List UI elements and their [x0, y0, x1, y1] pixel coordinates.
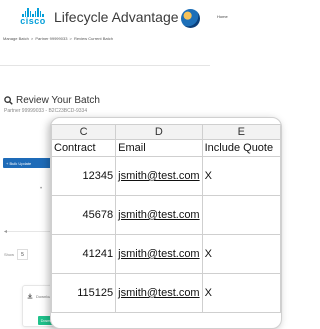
- app-title: Lifecycle Advantage: [54, 9, 179, 25]
- contract-cell[interactable]: 12345: [51, 156, 117, 196]
- cisco-logo[interactable]: cisco: [18, 6, 48, 28]
- column-letter-e[interactable]: E: [201, 124, 281, 140]
- spreadsheet-table: C D E Contract Email Include Quote 12345…: [51, 124, 281, 313]
- email-cell[interactable]: jsmith@test.com: [115, 234, 203, 274]
- email-cell[interactable]: jsmith@test.com: [115, 156, 203, 196]
- breadcrumb-item-manage-batch[interactable]: Manage Batch: [3, 36, 29, 41]
- breadcrumb: Manage Batch > Partner 99999033 > Review…: [3, 36, 113, 41]
- column-letter-c[interactable]: C: [51, 124, 117, 140]
- cisco-logo-mark: cisco: [18, 8, 48, 26]
- breadcrumb-separator: >: [69, 36, 72, 41]
- contract-cell[interactable]: 41241: [51, 234, 117, 274]
- include-quote-cell[interactable]: X: [201, 156, 281, 196]
- home-link[interactable]: Home: [217, 14, 228, 19]
- email-cell[interactable]: jsmith@test.com: [115, 273, 203, 313]
- page-title: Review Your Batch: [4, 95, 100, 106]
- lifecycle-globe-icon: [181, 9, 200, 28]
- contract-cell[interactable]: 45678: [51, 195, 117, 235]
- include-quote-cell[interactable]: [201, 195, 281, 235]
- scroll-left-icon[interactable]: ◂: [4, 228, 7, 235]
- page-subtitle: Partner 99999033 - B2C23BCD-9334: [4, 108, 88, 114]
- page-size-select[interactable]: 5: [17, 249, 29, 260]
- column-letter-d[interactable]: D: [115, 124, 203, 140]
- breadcrumb-item-current: Review Current Batch: [74, 36, 113, 41]
- cisco-wordmark: cisco: [20, 16, 46, 26]
- header-email[interactable]: Email: [115, 139, 203, 157]
- header-divider: [0, 65, 210, 66]
- table-row: 115125 jsmith@test.com X: [51, 273, 281, 313]
- placeholder-dot: •: [40, 186, 43, 192]
- include-quote-cell[interactable]: X: [201, 273, 281, 313]
- email-cell[interactable]: jsmith@test.com: [115, 195, 203, 235]
- download-icon: [27, 293, 33, 299]
- include-quote-cell[interactable]: X: [201, 234, 281, 274]
- breadcrumb-separator: >: [30, 36, 34, 41]
- contract-cell[interactable]: 115125: [51, 273, 117, 313]
- table-row: 41241 jsmith@test.com X: [51, 234, 281, 274]
- table-row: 12345 jsmith@test.com X: [51, 156, 281, 196]
- search-icon: [4, 96, 13, 105]
- header-include-quote[interactable]: Include Quote: [201, 139, 281, 157]
- pagination: Show 5: [4, 249, 29, 260]
- header-contract[interactable]: Contract: [51, 139, 117, 157]
- spreadsheet-overlay: C D E Contract Email Include Quote 12345…: [50, 117, 282, 329]
- breadcrumb-item-partner[interactable]: Partner 99999033: [35, 36, 67, 41]
- table-row: 45678 jsmith@test.com: [51, 195, 281, 235]
- page-title-text: Review Your Batch: [16, 95, 100, 106]
- show-label: Show: [4, 252, 15, 257]
